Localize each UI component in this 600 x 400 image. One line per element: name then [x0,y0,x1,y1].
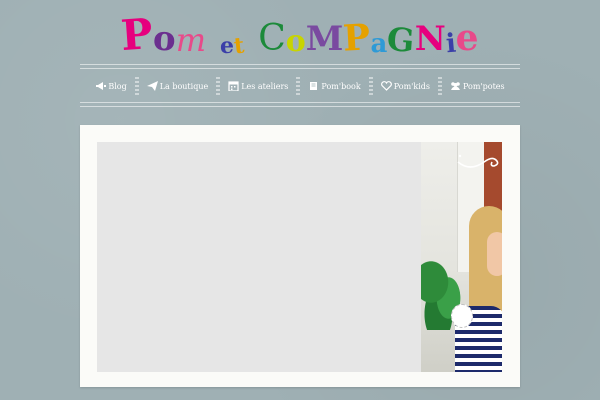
swirl-decoration-icon [457,154,499,168]
nav-item-label: Pom'kids [393,81,430,91]
logo-letter: G [386,20,416,60]
nav-divider-bottom [80,102,520,103]
slider-frame [80,125,520,387]
logo-letter: a [370,29,388,59]
nav-separator [437,77,442,95]
heart-icon [380,81,392,91]
nav-divider-top [80,64,520,65]
photo-child-sleeve [451,304,473,328]
logo-letter: N [414,19,446,59]
nav-separator [368,77,373,95]
nav-item-label: Blog [108,81,127,91]
logo-letter: o [285,24,306,59]
logo-letter: t [232,32,246,60]
megaphone-icon [95,81,107,91]
nav-item-label: La boutique [159,81,209,91]
photo-child-face [487,232,502,276]
nav-separator [134,77,139,95]
nav-separator [216,77,221,95]
nav-item-pompotes[interactable]: Pom'potes [442,81,513,91]
logo-letter: i [444,28,457,60]
logo-letter: C [258,18,286,59]
nav-divider-top [80,68,520,69]
logo-letter: P [342,16,372,60]
slider-photo [421,142,502,372]
book-icon [308,81,319,91]
logo-letter: e [455,17,479,59]
nav-item-ateliers[interactable]: Les ateliers [220,81,296,92]
logo-letter: M [305,19,344,59]
nav-item-pomkids[interactable]: Pom'kids [373,81,438,91]
nav-item-label: Les ateliers [241,81,289,91]
nav-item-label: Pom'book [321,81,361,91]
nav-separator [296,77,301,95]
slider-image-placeholder[interactable] [97,142,502,372]
users-icon [450,81,461,91]
nav-item-blog[interactable]: Blog [87,81,134,91]
nav-item-pombook[interactable]: Pom'book [300,81,368,91]
paper-plane-icon [146,81,158,91]
main-nav: Blog La boutique Les ateliers Pom'book P… [80,74,520,98]
logo-letter: P [119,8,155,61]
nav-divider-bottom [80,106,520,107]
logo-letter: o [151,18,177,60]
nav-item-boutique[interactable]: La boutique [139,81,217,91]
logo-letter: e [220,33,235,59]
nav-item-label: Pom'potes [462,81,505,91]
site-logo[interactable]: Pom et CoMPaGNie [0,8,600,61]
logo-letter: m [175,21,207,59]
calendar-icon [228,81,239,92]
